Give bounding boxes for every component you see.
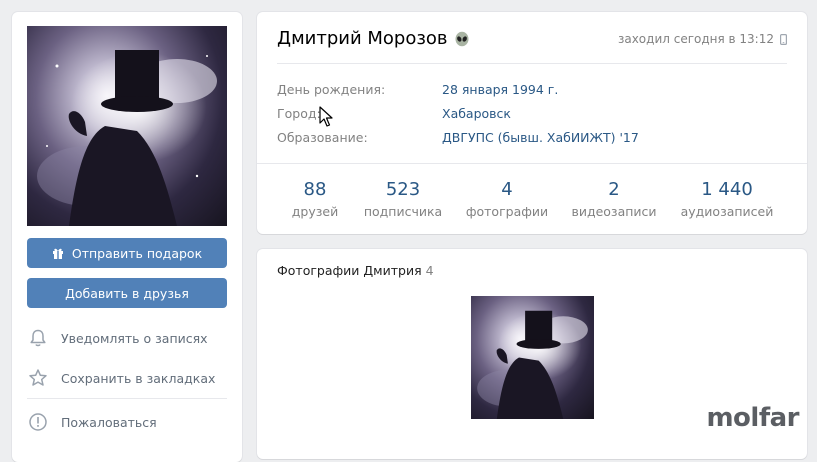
counter-label: фотографии — [465, 204, 549, 219]
notify-posts-label: Уведомлять о записях — [61, 330, 208, 346]
info-label: День рождения: — [277, 82, 386, 97]
counter-number: 523 — [385, 179, 421, 200]
header-divider — [277, 63, 787, 64]
notify-posts-action[interactable]: Уведомлять о записях — [27, 326, 208, 350]
last-seen-text: заходил сегодня в 13:12 — [617, 32, 774, 46]
side-divider — [27, 398, 227, 399]
send-gift-button[interactable]: Отправить подарок — [27, 238, 227, 268]
watermark-logo: molfar — [706, 403, 799, 433]
report-icon — [27, 411, 49, 433]
add-friend-label: Добавить в друзья — [65, 285, 189, 301]
profile-info-card: Дмитрий Морозов заходил сегодня в 13:12 … — [257, 12, 807, 234]
profile-counters: 88 друзей 523 подписчика 4 фотографии 2 … — [257, 179, 807, 223]
counter-number: 4 — [501, 179, 513, 200]
info-value-link[interactable]: Хабаровск — [442, 106, 511, 124]
counter-number: 88 — [303, 179, 327, 200]
counter-label: видеозаписи — [571, 204, 657, 219]
report-label: Пожаловаться — [61, 414, 157, 430]
profile-avatar[interactable] — [27, 26, 227, 226]
info-row-education: Образование: ДВГУПС (бывш. ХабИИЖТ) '17 — [277, 130, 639, 148]
info-row-birthday: День рождения: 28 января 1994 г. — [277, 82, 558, 100]
photos-count: 4 — [425, 263, 434, 278]
info-row-city: Город: Хабаровск — [277, 106, 511, 124]
counter-number: 1 440 — [701, 179, 753, 200]
photos-header[interactable]: Фотографии Дмитрия 4 — [277, 263, 434, 278]
photos-title: Фотографии Дмитрия — [277, 263, 422, 278]
info-value-link[interactable]: 28 января 1994 г. — [442, 82, 558, 100]
profile-name-text: Дмитрий Морозов — [277, 28, 448, 49]
bookmark-label: Сохранить в закладках — [61, 370, 216, 386]
counter-label: аудиозаписей — [680, 204, 774, 219]
counter-number: 2 — [608, 179, 620, 200]
add-friend-button[interactable]: Добавить в друзья — [27, 278, 227, 308]
last-seen-status: заходил сегодня в 13:12 — [618, 32, 787, 46]
report-action[interactable]: Пожаловаться — [27, 410, 157, 434]
star-icon — [27, 367, 49, 389]
counter-videos[interactable]: 2 видеозаписи — [569, 179, 659, 221]
counters-divider — [257, 163, 807, 164]
info-value-link[interactable]: ДВГУПС (бывш. ХабИИЖТ) '17 — [442, 130, 639, 148]
bell-icon — [27, 327, 49, 349]
avatar-artwork — [37, 50, 227, 226]
mouse-cursor-icon — [319, 106, 333, 131]
counter-followers[interactable]: 523 подписчика — [363, 179, 443, 221]
profile-name: Дмитрий Морозов — [277, 28, 470, 49]
counter-audio[interactable]: 1 440 аудиозаписей — [677, 179, 777, 221]
counter-label: подписчика — [363, 204, 443, 219]
counter-label: друзей — [291, 204, 339, 219]
photo-artwork — [477, 310, 594, 419]
profile-side-card: Отправить подарок Добавить в друзья Увед… — [12, 12, 242, 462]
info-label: Образование: — [277, 130, 368, 145]
bookmark-action[interactable]: Сохранить в закладках — [27, 366, 215, 390]
gift-icon — [52, 247, 64, 259]
alien-emoji-icon — [454, 31, 470, 47]
counter-friends[interactable]: 88 друзей — [290, 179, 340, 221]
send-gift-label: Отправить подарок — [71, 245, 203, 261]
counter-photos[interactable]: 4 фотографии — [464, 179, 550, 221]
mobile-phone-icon — [780, 33, 787, 45]
photo-thumbnail[interactable] — [471, 296, 594, 419]
info-label: Город: — [277, 106, 321, 121]
